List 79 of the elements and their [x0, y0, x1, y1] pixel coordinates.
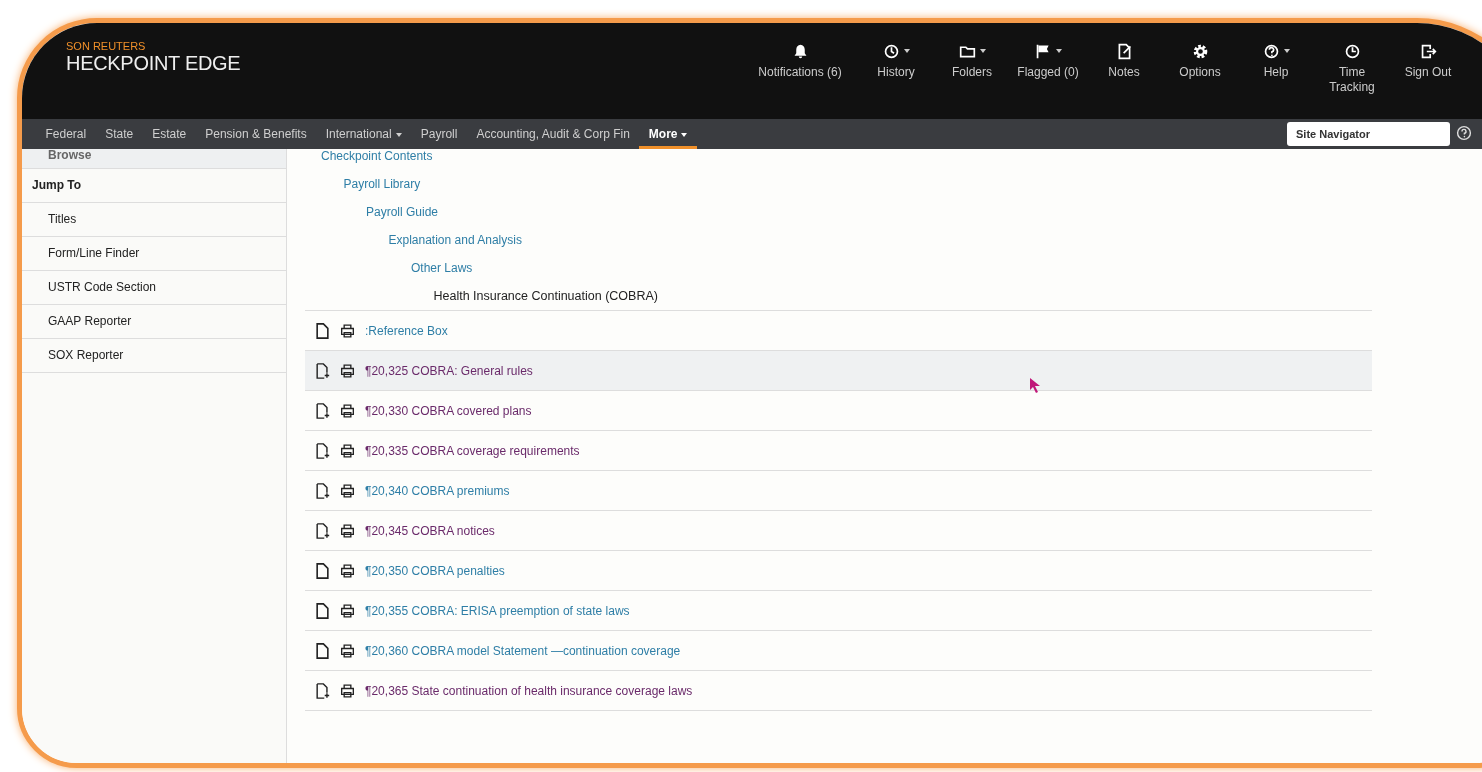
breadcrumb-link[interactable]: Explanation and Analysis — [388, 233, 522, 247]
document-row[interactable]: ¶20,360 COBRA model Statement —continuation coverage — [305, 631, 1372, 671]
print-icon[interactable] — [340, 482, 355, 499]
breadcrumb-link[interactable]: Payroll Guide — [366, 205, 439, 219]
header-action-button[interactable]: Time Tracking — [1316, 41, 1388, 95]
print-icon[interactable] — [340, 682, 355, 699]
header-action-button[interactable]: Help — [1240, 41, 1312, 95]
sidebar-item[interactable]: USTR Code Section — [22, 271, 286, 305]
clock-icon — [1343, 42, 1361, 60]
document-icon[interactable] — [315, 602, 330, 619]
document-add-icon[interactable] — [315, 442, 330, 459]
document-row[interactable]: ¶20,365 State continuation of health insurance coverage laws — [305, 671, 1372, 711]
nav-tab[interactable]: Accounting, Audit & Corp Fin — [466, 119, 640, 149]
sidebar-heading: Jump To — [22, 169, 286, 203]
product-name[interactable]: HECKPOINT EDGE — [66, 52, 241, 75]
document-row[interactable]: ¶20,355 COBRA: ERISA preemption of state laws — [305, 591, 1372, 631]
help-icon[interactable] — [1456, 125, 1472, 141]
print-icon[interactable] — [340, 402, 355, 419]
help-icon — [1262, 42, 1280, 60]
sidebar-item[interactable]: Form/Line Finder — [22, 237, 286, 271]
document-icon[interactable] — [315, 322, 330, 339]
print-icon[interactable] — [340, 602, 355, 619]
sidebar-item[interactable]: GAAP Reporter — [22, 305, 286, 339]
document-link[interactable]: :Reference Box — [365, 323, 448, 338]
sidebar-item[interactable]: Titles — [22, 203, 286, 237]
document-add-icon[interactable] — [315, 482, 330, 499]
document-link[interactable]: ¶20,360 COBRA model Statement —continuation coverage — [365, 643, 681, 658]
document-link[interactable]: ¶20,335 COBRA coverage requirements — [365, 443, 580, 458]
nav-tab[interactable]: Estate — [142, 119, 196, 149]
browse-tab[interactable]: Browse — [22, 149, 286, 169]
document-row[interactable]: ¶20,325 COBRA: General rules — [305, 351, 1372, 391]
header-action-button[interactable]: Flagged (0) — [1012, 41, 1084, 95]
document-row[interactable]: ¶20,335 COBRA coverage requirements — [305, 431, 1372, 471]
document-add-icon[interactable] — [315, 682, 330, 699]
document-link[interactable]: ¶20,325 COBRA: General rules — [365, 363, 533, 378]
gear-icon — [1191, 42, 1209, 60]
breadcrumb-link[interactable]: Other Laws — [411, 261, 473, 275]
document-row[interactable]: ¶20,330 COBRA covered plans — [305, 391, 1372, 431]
cursor-icon — [1029, 377, 1041, 393]
document-link[interactable]: ¶20,355 COBRA: ERISA preemption of state laws — [365, 603, 630, 618]
document-link[interactable]: ¶20,350 COBRA penalties — [365, 563, 505, 578]
header-action-button[interactable]: History — [860, 41, 932, 95]
nav-tab[interactable]: Pension & Benefits — [195, 119, 317, 149]
nav-tab[interactable]: State — [95, 119, 143, 149]
document-link[interactable]: ¶20,330 COBRA covered plans — [365, 403, 532, 418]
header-action-button[interactable]: Sign Out — [1392, 41, 1464, 95]
print-icon[interactable] — [340, 442, 355, 459]
document-link[interactable]: ¶20,365 State continuation of health insurance coverage laws — [365, 683, 693, 698]
site-navigator-field[interactable]: Site Navigator — [1287, 122, 1450, 146]
nav-tab[interactable]: International — [316, 119, 412, 149]
current-location: Health Insurance Continuation (COBRA) — [433, 289, 658, 303]
brand-name: SON REUTERS — [66, 40, 147, 52]
document-link[interactable]: ¶20,345 COBRA notices — [365, 523, 495, 538]
breadcrumb-link[interactable]: Payroll Library — [343, 177, 421, 191]
header-action-button[interactable]: Notifications (6) — [744, 41, 856, 95]
nav-tab[interactable]: Payroll — [411, 119, 467, 149]
document-icon[interactable] — [315, 562, 330, 579]
print-icon[interactable] — [340, 562, 355, 579]
document-link[interactable]: ¶20,340 COBRA premiums — [365, 483, 510, 498]
header-action-button[interactable]: Folders — [936, 41, 1008, 95]
breadcrumb-link[interactable]: Checkpoint Contents — [321, 149, 433, 163]
print-icon[interactable] — [340, 362, 355, 379]
signout-icon — [1419, 42, 1437, 60]
history-icon — [882, 42, 900, 60]
print-icon[interactable] — [340, 522, 355, 539]
document-row[interactable]: ¶20,340 COBRA premiums — [305, 471, 1372, 511]
document-add-icon[interactable] — [315, 402, 330, 419]
print-icon[interactable] — [340, 642, 355, 659]
document-row[interactable]: ¶20,350 COBRA penalties — [305, 551, 1372, 591]
nav-tab[interactable]: Federal — [36, 119, 96, 149]
header-action-button[interactable]: Options — [1164, 41, 1236, 95]
header-action-button[interactable]: Notes — [1088, 41, 1160, 95]
sidebar-item[interactable]: SOX Reporter — [22, 339, 286, 373]
print-icon[interactable] — [340, 322, 355, 339]
nav-tab[interactable]: More — [639, 119, 697, 149]
document-row[interactable]: ¶20,345 COBRA notices — [305, 511, 1372, 551]
document-add-icon[interactable] — [315, 522, 330, 539]
document-icon[interactable] — [315, 642, 330, 659]
document-add-icon[interactable] — [315, 362, 330, 379]
